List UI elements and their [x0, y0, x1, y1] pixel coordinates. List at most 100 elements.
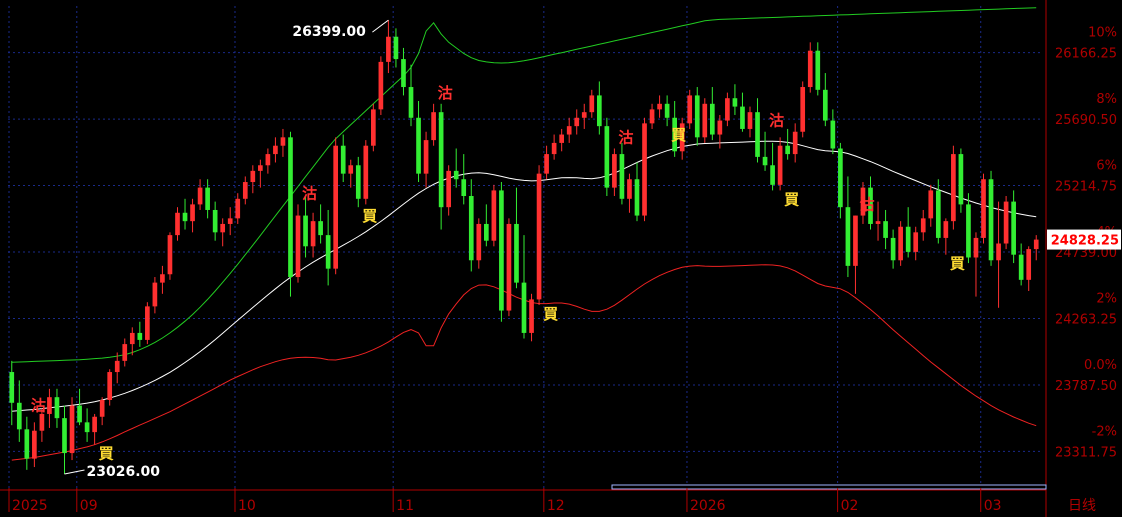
candle-body: [732, 98, 738, 107]
candle-body: [1033, 239, 1039, 250]
candle-body: [363, 145, 369, 199]
candle-body: [303, 215, 308, 247]
date-tick-label: 09: [80, 498, 98, 514]
low-price-leader: [64, 469, 85, 475]
candle-body: [755, 112, 760, 157]
buy-signal: 買: [362, 207, 377, 225]
low-price-label: 23026.00: [86, 464, 160, 480]
date-tick-label: 12: [547, 498, 565, 514]
percent-tick-label: -2%: [1092, 424, 1117, 439]
candle-body: [333, 145, 339, 269]
candle-body: [393, 36, 399, 60]
candle-body: [69, 405, 75, 454]
candle-body: [544, 154, 549, 174]
candle-body: [378, 61, 384, 110]
candle-body: [928, 190, 934, 219]
candle-body: [988, 179, 994, 261]
candle-body: [235, 198, 241, 219]
candle-body: [77, 405, 82, 423]
candle-body: [551, 142, 557, 155]
candle-body: [619, 154, 625, 199]
candle-body: [747, 112, 753, 129]
candle-body: [574, 117, 580, 127]
price-tick-label: 25214.75: [1055, 180, 1117, 195]
candle-body: [792, 131, 798, 155]
candle-body: [687, 95, 693, 124]
candle-body: [340, 145, 346, 174]
candle-body: [99, 399, 105, 417]
date-tick-label: 2026: [690, 498, 726, 514]
candle-body: [499, 190, 504, 311]
candle-body: [966, 204, 971, 258]
price-tick-label: 23311.75: [1055, 445, 1117, 460]
candle-body: [310, 221, 316, 247]
date-axis-labels: 2025 09 10 11 12 2026 02 03: [8, 488, 1002, 514]
last-price-label: 24828.25: [1051, 234, 1119, 249]
candle-body: [107, 372, 113, 400]
candle-body: [702, 103, 708, 138]
candle-body: [461, 179, 467, 197]
candle-body: [973, 237, 979, 258]
candle-body: [167, 235, 173, 275]
candle-body: [197, 187, 203, 205]
date-tick-label: 03: [984, 498, 1002, 514]
price-tick-label: 24263.25: [1055, 312, 1117, 327]
candle-body: [401, 59, 406, 88]
high-price-label: 26399.00: [292, 24, 366, 40]
candle-body: [981, 179, 986, 238]
candle-body: [212, 209, 218, 233]
date-tick-label: 2025: [12, 498, 48, 514]
candle-body: [740, 106, 745, 129]
candle-body: [958, 154, 964, 205]
candle-body: [566, 126, 572, 135]
candle-body: [815, 50, 821, 90]
candle-body: [205, 187, 210, 210]
candle-body: [920, 218, 926, 233]
candle-body: [935, 190, 941, 238]
candle-body: [612, 154, 617, 188]
candle-body: [114, 360, 120, 373]
candle-body: [506, 223, 512, 311]
candle-body: [883, 221, 888, 238]
candle-body: [642, 123, 647, 216]
price-tick-label: 25690.50: [1055, 113, 1117, 128]
bollinger-bands: [11, 7, 1037, 461]
candle-body: [265, 154, 271, 166]
candle-body: [830, 120, 836, 149]
price-axis-labels: 26166.2525690.5025214.7524739.0024263.25…: [1055, 47, 1117, 461]
candle-body: [152, 282, 158, 307]
buy-signal: 買: [950, 255, 965, 273]
candle-body: [627, 179, 632, 199]
candle-body: [596, 95, 602, 127]
price-tick-label: 23787.50: [1055, 379, 1117, 394]
candle-body: [24, 429, 30, 459]
candle-body: [484, 223, 489, 241]
candle-body: [694, 95, 700, 138]
candle-body: [39, 413, 45, 431]
candle-body: [996, 243, 1001, 261]
candle-body: [122, 344, 128, 361]
candle-body: [54, 397, 60, 419]
candle-body: [175, 212, 180, 236]
candle-body: [242, 182, 248, 199]
candle-body: [898, 226, 903, 261]
candle-body: [446, 170, 452, 208]
candle-body: [227, 218, 233, 224]
candle-body: [951, 154, 956, 222]
candle-body: [838, 148, 843, 208]
axes: [0, 0, 1047, 517]
price-tick-label: 26166.25: [1055, 47, 1117, 62]
period-label[interactable]: 日线: [1068, 498, 1096, 514]
candle-body: [182, 212, 188, 222]
sell-signal: 沽: [859, 196, 874, 214]
candle-body: [800, 87, 806, 132]
sell-signal: 沽: [438, 84, 453, 102]
sell-signal: 沽: [618, 129, 633, 147]
candle-body: [295, 215, 301, 278]
candle-body: [348, 165, 354, 174]
candle-body: [785, 145, 790, 155]
buy-signal: 買: [543, 305, 558, 323]
candle-body: [905, 226, 911, 252]
candle-body: [853, 215, 858, 266]
candle-body: [92, 416, 97, 433]
